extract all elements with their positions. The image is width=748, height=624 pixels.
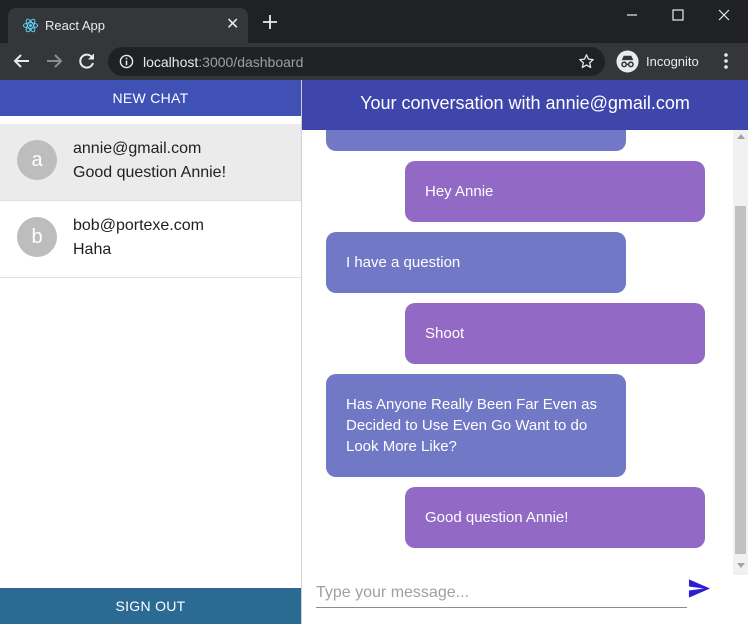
chat-list: a annie@gmail.com Good question Annie! b… [0,124,301,278]
scrollbar-thumb[interactable] [735,206,746,554]
chat-app: NEW CHAT a annie@gmail.com Good question… [0,80,748,624]
forward-arrow-icon[interactable] [45,52,63,70]
bookmark-star-icon[interactable] [578,53,595,70]
browser-titlebar: React App ✕ [0,0,748,43]
url-host: localhost [143,54,199,70]
browser-toolbar: localhost:3000/dashboard Incognito [0,43,748,80]
message-bubble-sent: Good question Annie! [405,487,705,548]
incognito-indicator[interactable]: Incognito [612,47,706,76]
back-arrow-icon[interactable] [13,52,31,70]
message-bubble-sent: Hey Annie [405,161,705,222]
chat-list-item-bob[interactable]: b bob@portexe.com Haha [0,201,301,278]
message-composer [316,578,687,608]
incognito-label: Incognito [646,54,699,69]
react-logo-icon [22,18,39,33]
message-list[interactable]: Hey Annie I have a question Shoot Has An… [302,130,748,575]
window-minimize-icon[interactable] [609,0,655,30]
info-icon[interactable] [119,54,134,69]
chat-preview: Haha [73,241,112,258]
window-maximize-icon[interactable] [655,0,701,30]
chat-preview: Good question Annie! [73,164,227,181]
tab-close-icon[interactable]: ✕ [226,15,239,35]
chat-email: annie@gmail.com [73,140,202,157]
url-text[interactable]: localhost:3000/dashboard [143,54,303,70]
incognito-icon [616,50,639,73]
message-input[interactable] [316,578,687,607]
chat-sidebar: NEW CHAT a annie@gmail.com Good question… [0,80,302,624]
message-scrollbar[interactable] [733,130,748,575]
message-bubble-received [326,130,626,151]
avatar: b [17,217,57,257]
browser-menu-icon[interactable] [718,52,734,70]
chat-email: bob@portexe.com [73,217,204,234]
new-chat-button[interactable]: NEW CHAT [0,80,301,116]
chat-list-item-annie[interactable]: a annie@gmail.com Good question Annie! [0,124,301,201]
message-bubble-sent: Shoot [405,303,705,364]
sign-out-button[interactable]: SIGN OUT [0,588,301,624]
browser-tab[interactable]: React App ✕ [8,8,248,43]
message-bubble-received: I have a question [326,232,626,293]
tab-title: React App [45,18,105,33]
scroll-down-arrow-icon[interactable] [737,563,745,568]
conversation-header: Your conversation with annie@gmail.com [302,80,748,130]
reload-icon[interactable] [78,52,96,70]
avatar: a [17,140,57,180]
message-bubble-received: Has Anyone Really Been Far Even as Decid… [326,374,626,477]
window-close-icon[interactable] [701,0,747,30]
send-icon[interactable] [688,578,711,599]
new-tab-icon[interactable] [261,13,279,31]
url-path: :3000/dashboard [198,54,304,70]
address-bar[interactable]: localhost:3000/dashboard [108,47,605,76]
scroll-up-arrow-icon[interactable] [737,134,745,139]
